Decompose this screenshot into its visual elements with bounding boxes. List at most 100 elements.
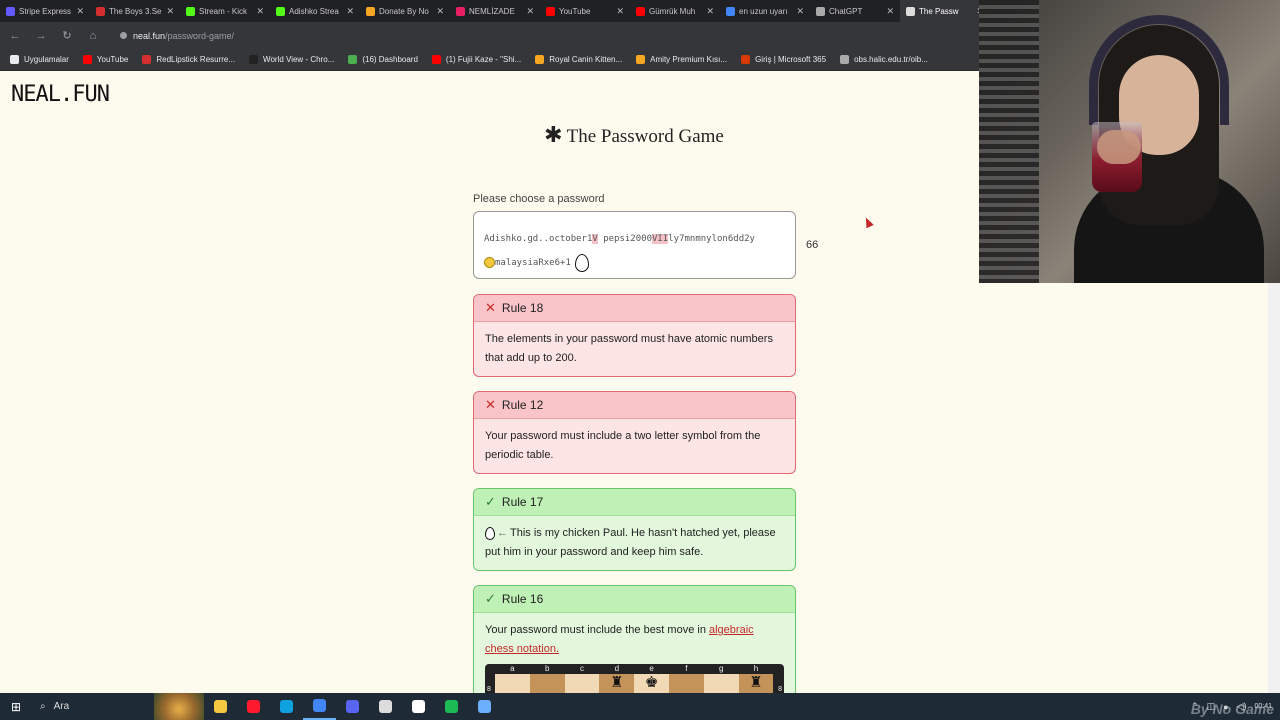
close-icon[interactable]: ✕ xyxy=(76,6,84,17)
bookmark-label: (1) Fujii Kaze - "Shi... xyxy=(445,55,522,64)
bookmark-favicon-icon xyxy=(741,55,751,64)
close-icon[interactable]: ✕ xyxy=(346,6,354,17)
tab-favicon-icon xyxy=(816,6,825,16)
browser-tab[interactable]: Donate By No ✕ xyxy=(360,0,450,22)
taskbar-app-obs[interactable] xyxy=(369,693,402,720)
rule-title: Rule 12 xyxy=(501,398,544,412)
bookmark-item[interactable]: Royal Canin Kitten... xyxy=(535,55,622,64)
tab-label: Donate By No xyxy=(379,6,429,16)
tab-favicon-icon xyxy=(726,6,735,16)
cross-icon: ✕ xyxy=(485,300,496,315)
tab-favicon-icon xyxy=(906,6,915,16)
close-icon[interactable]: ✕ xyxy=(796,6,804,17)
chess-file-label: d xyxy=(614,664,620,673)
bookmark-label: Uygulamalar xyxy=(24,55,69,64)
mouse-cursor-icon xyxy=(862,215,874,229)
bookmark-item[interactable]: RedLipstick Resurre... xyxy=(142,55,235,64)
tab-label: Adishko Strea xyxy=(289,6,339,16)
tab-favicon-icon xyxy=(366,6,375,16)
chess-square: ♜ xyxy=(738,674,774,693)
browser-tab[interactable]: NEMLİZADE ✕ xyxy=(450,0,540,22)
chess-square xyxy=(529,674,565,693)
bookmark-favicon-icon xyxy=(535,55,545,64)
chess-piece-icon: ♜ xyxy=(610,674,624,691)
opera-icon xyxy=(247,700,260,713)
taskbar-app-pc[interactable] xyxy=(468,693,501,720)
browser-tab[interactable]: Adishko Strea ✕ xyxy=(270,0,360,22)
neal-fun-logo[interactable]: NEAL.FUN xyxy=(11,82,110,107)
close-icon[interactable]: ✕ xyxy=(616,6,624,17)
browser-tab[interactable]: The Boys 3.Se ✕ xyxy=(90,0,180,22)
bookmark-item[interactable]: Uygulamalar xyxy=(10,55,69,64)
close-icon[interactable]: ✕ xyxy=(526,6,534,17)
windows-taskbar: ⊞ ⌕ Ara ⌃ ◫ ● ◁) 00:41 xyxy=(0,693,1280,720)
taskbar-app-discord[interactable] xyxy=(336,693,369,720)
character-count: 66 xyxy=(806,239,819,251)
chess-file-label: g xyxy=(718,664,724,673)
address-bar[interactable]: neal.fun/password-game/ xyxy=(120,31,234,41)
browser-tab[interactable]: en uzun uyarı ✕ xyxy=(720,0,810,22)
bookmark-label: YouTube xyxy=(96,55,129,64)
search-icon: ⌕ xyxy=(40,701,46,712)
chess-file-label: c xyxy=(579,664,584,673)
rule-title: Rule 17 xyxy=(501,495,544,509)
bookmark-item[interactable]: Amity Premium Kısı... xyxy=(636,55,727,64)
taskbar-app-app[interactable] xyxy=(402,693,435,720)
taskbar-app-spotify[interactable] xyxy=(435,693,468,720)
tab-label: Stream - Kick xyxy=(199,6,248,16)
reload-icon[interactable]: ↻ xyxy=(60,29,74,43)
tab-favicon-icon xyxy=(276,6,285,16)
streamer-hand xyxy=(1097,130,1141,164)
tab-label: The Boys 3.Se xyxy=(109,6,162,16)
rule-card-16: ✓ Rule 16 Your password must include the … xyxy=(473,585,796,693)
close-icon[interactable]: ✕ xyxy=(886,6,894,17)
rule-body-text: This is my chicken Paul. He hasn't hatch… xyxy=(485,527,776,558)
back-icon[interactable]: ← xyxy=(8,29,22,43)
tab-favicon-icon xyxy=(546,6,555,16)
close-icon[interactable]: ✕ xyxy=(166,6,174,17)
home-icon[interactable]: ⌂ xyxy=(86,29,100,43)
rank-label: 8 xyxy=(778,686,782,693)
bookmark-item[interactable]: World View - Chro... xyxy=(249,55,334,64)
bookmark-item[interactable]: obs.halic.edu.tr/oib... xyxy=(840,55,928,64)
bookmark-favicon-icon xyxy=(840,55,850,64)
bookmark-item[interactable]: (16) Dashboard xyxy=(348,55,418,64)
rule-card-17: ✓ Rule 17 ← This is my chicken Paul. He ha… xyxy=(473,488,796,571)
browser-tab[interactable]: YouTube ✕ xyxy=(540,0,630,22)
bookmark-item[interactable]: Giriş | Microsoft 365 xyxy=(741,55,826,64)
tab-label: Gümrük Muh xyxy=(649,6,696,16)
close-icon[interactable]: ✕ xyxy=(706,6,714,17)
browser-tab[interactable]: The Passw✕ xyxy=(900,0,990,22)
close-icon[interactable]: ✕ xyxy=(436,6,444,17)
password-prompt: Please choose a password xyxy=(473,193,605,205)
password-input[interactable]: Adishko.gd..october1V pepsi2000VIIly7mnm… xyxy=(473,211,796,279)
taskbar-app-edge[interactable] xyxy=(270,693,303,720)
browser-tab[interactable]: Stripe Express ✕ xyxy=(0,0,90,22)
windows-start-icon[interactable]: ⊞ xyxy=(0,693,32,720)
left-arrow-icon: ← xyxy=(497,527,508,539)
close-icon[interactable]: ✕ xyxy=(256,6,264,17)
taskbar-app-chrome[interactable] xyxy=(303,693,336,720)
browser-tab[interactable]: Stream - Kick ✕ xyxy=(180,0,270,22)
browser-tab[interactable]: Gümrük Muh ✕ xyxy=(630,0,720,22)
bookmark-item[interactable]: (1) Fujii Kaze - "Shi... xyxy=(431,55,522,64)
search-highlight-image[interactable] xyxy=(154,693,204,720)
search-label: Ara xyxy=(53,701,70,712)
egg-emoji-icon xyxy=(485,526,495,540)
app-icon xyxy=(412,700,425,713)
egg-emoji-icon xyxy=(574,253,589,272)
bookmark-item[interactable]: YouTube xyxy=(82,55,129,64)
forward-icon[interactable]: → xyxy=(34,29,48,43)
rule-body: ← This is my chicken Paul. He hasn't hatc… xyxy=(474,516,795,570)
chess-square: ♜ xyxy=(599,674,635,693)
taskbar-app-opera[interactable] xyxy=(237,693,270,720)
rank-label: 8 xyxy=(487,686,491,693)
tab-favicon-icon xyxy=(6,6,15,16)
password-segment: pepsi2000 xyxy=(597,234,652,244)
taskbar-search[interactable]: ⌕ Ara xyxy=(32,693,162,720)
taskbar-app-file-explorer[interactable] xyxy=(204,693,237,720)
browser-tab[interactable]: ChatGPT ✕ xyxy=(810,0,900,22)
site-info-icon[interactable] xyxy=(120,32,127,39)
cross-icon: ✕ xyxy=(485,397,496,412)
chess-file-label: a xyxy=(510,664,515,673)
